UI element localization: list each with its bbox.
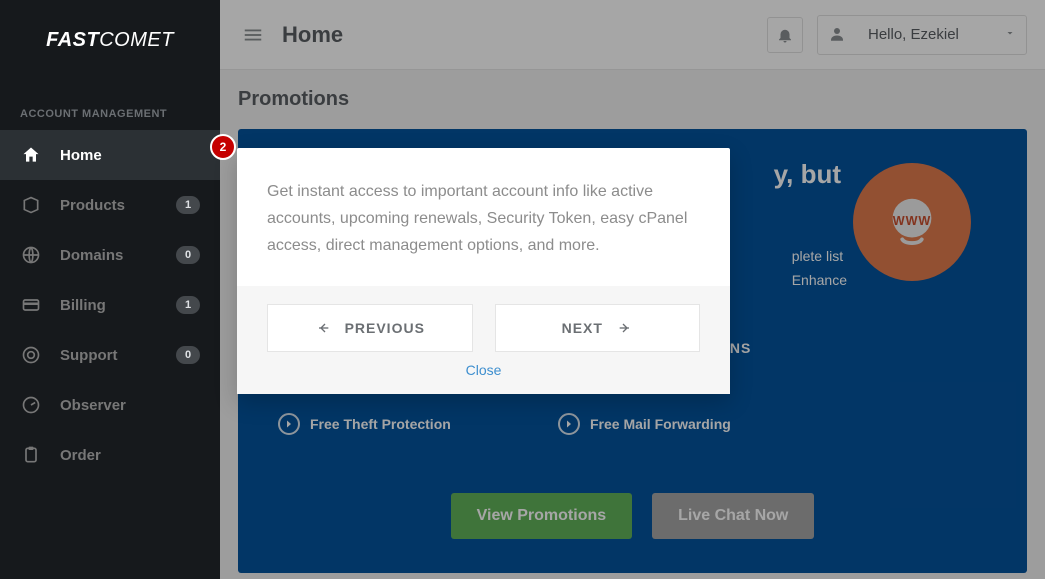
sidebar-item-label: Order — [60, 447, 101, 464]
tour-previous-button[interactable]: PREVIOUS — [267, 304, 473, 352]
sidebar-item-label: Support — [60, 347, 118, 364]
sidebar-item-home[interactable]: Home — [0, 130, 220, 180]
clipboard-icon — [20, 444, 42, 466]
sidebar-item-domains[interactable]: Domains 0 — [0, 230, 220, 280]
tour-body: Get instant access to important account … — [237, 148, 730, 286]
gauge-icon — [20, 394, 42, 416]
sidebar-section-label: ACCOUNT MANAGEMENT — [0, 80, 220, 130]
arrow-right-icon — [617, 320, 633, 336]
sidebar: FASTCOMET ACCOUNT MANAGEMENT Home Produc… — [0, 0, 220, 579]
tour-next-label: NEXT — [562, 320, 603, 336]
sidebar-item-billing[interactable]: Billing 1 — [0, 280, 220, 330]
sidebar-item-support[interactable]: Support 0 — [0, 330, 220, 380]
brand-logo: FASTCOMET — [0, 0, 220, 80]
tour-modal: Get instant access to important account … — [237, 148, 730, 394]
sidebar-item-label: Home — [60, 147, 102, 164]
tour-previous-label: PREVIOUS — [345, 320, 425, 336]
card-icon — [20, 294, 42, 316]
sidebar-item-label: Billing — [60, 297, 106, 314]
sidebar-badge: 0 — [176, 346, 200, 364]
sidebar-item-observer[interactable]: Observer — [0, 380, 220, 430]
sidebar-item-label: Observer — [60, 397, 126, 414]
sidebar-item-products[interactable]: Products 1 — [0, 180, 220, 230]
tour-step-badge: 2 — [210, 134, 236, 160]
sidebar-badge: 1 — [176, 296, 200, 314]
sidebar-badge: 1 — [176, 196, 200, 214]
globe-icon — [20, 244, 42, 266]
brand-part1: FAST — [46, 29, 99, 52]
tour-footer: PREVIOUS NEXT Close — [237, 286, 730, 394]
arrow-left-icon — [315, 320, 331, 336]
tour-next-button[interactable]: NEXT — [495, 304, 701, 352]
brand-part2: COMET — [99, 29, 174, 52]
box-icon — [20, 194, 42, 216]
lifebuoy-icon — [20, 344, 42, 366]
sidebar-item-label: Products — [60, 197, 125, 214]
tour-close-link[interactable]: Close — [466, 362, 502, 378]
sidebar-item-label: Domains — [60, 247, 123, 264]
home-icon — [20, 144, 42, 166]
sidebar-item-order[interactable]: Order — [0, 430, 220, 480]
sidebar-badge: 0 — [176, 246, 200, 264]
